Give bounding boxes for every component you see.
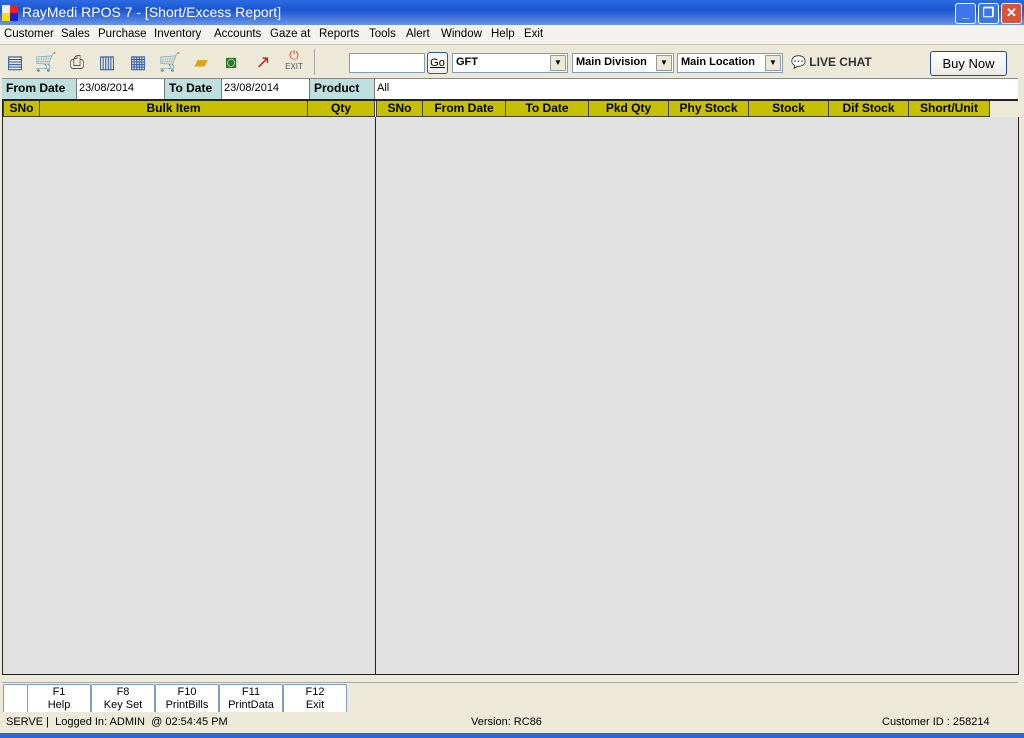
barcode-icon[interactable]: ▥	[95, 51, 119, 73]
from-date-input[interactable]: 23/08/2014	[77, 79, 165, 100]
exit-label: EXIT	[285, 62, 303, 71]
menu-alert[interactable]: Alert	[406, 28, 430, 40]
product-label: Product	[310, 79, 375, 100]
col-header-to-date[interactable]: To Date	[506, 100, 589, 117]
exit-button[interactable]: ⏻ EXIT	[282, 48, 306, 72]
status-version: Version: RC86	[471, 716, 542, 728]
chart-icon[interactable]: ↗	[251, 51, 275, 73]
app-logo-icon	[2, 5, 18, 21]
fkey-blank	[3, 684, 28, 712]
product-input[interactable]: All	[375, 79, 1018, 100]
to-date-label: To Date	[165, 79, 222, 100]
menu-customer[interactable]: Customer	[4, 28, 54, 40]
location-select[interactable]: Main Location ▼	[677, 53, 783, 73]
menu-inventory[interactable]: Inventory	[154, 28, 201, 40]
bulk-item-grid[interactable]	[2, 117, 376, 675]
col-header-phy-stock[interactable]: Phy Stock	[669, 100, 749, 117]
function-key-bar: F1 Help F8 Key Set F10 PrintBills F11 PrintD…	[2, 682, 1018, 712]
from-date-label: From Date	[2, 79, 77, 100]
col-header-sno[interactable]: SNo	[3, 100, 40, 117]
filter-row: From Date 23/08/2014 To Date 23/08/2014 …	[2, 78, 1018, 100]
search-input[interactable]	[349, 53, 425, 73]
status-login: SERVE | Logged In: ADMIN @ 02:54:45 PM	[6, 716, 228, 728]
live-chat-link[interactable]: 💬 LIVE CHAT	[791, 55, 872, 69]
f8-keyset-button[interactable]: F8 Key Set	[91, 684, 155, 712]
division-select-value: Main Division	[576, 56, 647, 68]
col-header-bulk-item[interactable]: Bulk Item	[40, 100, 308, 117]
col-header-dif-stock[interactable]: Dif Stock	[829, 100, 909, 117]
col-header-sno[interactable]: SNo	[376, 100, 423, 117]
status-bar: SERVE | Logged In: ADMIN @ 02:54:45 PM V…	[0, 711, 1024, 733]
purchase-cart-icon[interactable]: 🛒	[34, 51, 58, 73]
f12-exit-button[interactable]: F12 Exit	[283, 684, 347, 712]
menu-bar: Customer Sales Purchase Inventory Accoun…	[0, 25, 1024, 45]
folder-icon[interactable]: ▰	[189, 51, 213, 73]
document-icon[interactable]: ▦	[126, 51, 150, 73]
buy-now-button[interactable]: Buy Now	[930, 51, 1007, 76]
menu-help[interactable]: Help	[491, 28, 515, 40]
f10-printbills-button[interactable]: F10 PrintBills	[155, 684, 219, 712]
store-select-value: GFT	[456, 56, 478, 68]
menu-sales[interactable]: Sales	[61, 28, 90, 40]
menu-purchase[interactable]: Purchase	[98, 28, 147, 40]
chevron-down-icon: ▼	[550, 55, 566, 71]
divider	[2, 99, 1018, 101]
window-bottom-border	[0, 733, 1024, 738]
col-header-short-unit[interactable]: Short/Unit	[909, 100, 990, 117]
f11-printdata-button[interactable]: F11 PrintData	[219, 684, 283, 712]
col-header-from-date[interactable]: From Date	[423, 100, 506, 117]
power-icon: ⏻	[289, 48, 299, 62]
fkey-key: F10	[177, 686, 197, 698]
menu-gaze-at[interactable]: Gaze at	[270, 28, 310, 40]
cart-document-icon[interactable]: 🛒	[158, 51, 182, 73]
users-icon[interactable]: ◙	[219, 51, 243, 73]
status-customer-id: Customer ID : 258214	[882, 716, 990, 728]
fkey-key: F1	[52, 686, 66, 698]
menu-accounts[interactable]: Accounts	[214, 28, 261, 40]
location-select-value: Main Location	[681, 56, 755, 68]
f1-help-button[interactable]: F1 Help	[27, 684, 91, 712]
divider	[2, 100, 3, 675]
col-header-stock[interactable]: Stock	[749, 100, 829, 117]
col-header-pkd-qty[interactable]: Pkd Qty	[589, 100, 669, 117]
fkey-key: F8	[116, 686, 130, 698]
division-select[interactable]: Main Division ▼	[572, 53, 674, 73]
col-header-qty[interactable]: Qty	[308, 100, 375, 117]
menu-window[interactable]: Window	[441, 28, 482, 40]
chevron-down-icon: ▼	[765, 55, 781, 71]
fkey-key: F11	[241, 686, 261, 698]
fkey-key: F12	[305, 686, 325, 698]
window-title: RayMedi RPOS 7 - [Short/Excess Report]	[22, 4, 282, 20]
chevron-down-icon: ▼	[656, 55, 672, 71]
chat-bubble-icon: 💬	[791, 55, 806, 69]
to-date-input[interactable]: 23/08/2014	[222, 79, 310, 100]
printer-icon[interactable]: ⎙	[65, 51, 89, 73]
live-chat-label: LIVE CHAT	[809, 55, 872, 69]
divider	[314, 49, 315, 75]
restore-button[interactable]: ❐	[978, 3, 999, 24]
store-select[interactable]: GFT ▼	[452, 53, 568, 73]
go-button[interactable]: Go	[427, 52, 448, 74]
menu-exit[interactable]: Exit	[524, 28, 543, 40]
minimize-button[interactable]: _	[955, 3, 976, 24]
menu-reports[interactable]: Reports	[319, 28, 359, 40]
bill-icon[interactable]: ▤	[3, 51, 27, 73]
menu-tools[interactable]: Tools	[369, 28, 396, 40]
short-excess-grid[interactable]	[375, 117, 1019, 675]
close-button[interactable]: ✕	[1001, 3, 1022, 24]
title-bar: RayMedi RPOS 7 - [Short/Excess Report] _…	[0, 0, 1024, 25]
